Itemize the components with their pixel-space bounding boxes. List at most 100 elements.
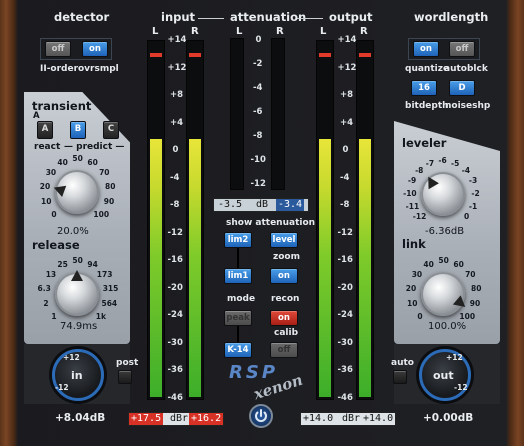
bitdepth-selector[interactable]: 16: [411, 80, 437, 96]
ovrsmpl-label: ovrsmpl: [78, 64, 119, 74]
knob-scale-tick: 80: [470, 283, 482, 293]
mode-label: mode: [227, 294, 256, 304]
knob-scale-tick: 2: [43, 299, 49, 309]
release-title: release: [32, 238, 80, 252]
knob-scale-tick: 50: [72, 154, 83, 163]
meter-scale-tick: -36: [337, 365, 353, 376]
knob-scale-tick: 0: [464, 212, 470, 222]
lim2-button[interactable]: lim2: [224, 232, 252, 248]
knob-scale-tick: 90: [469, 299, 481, 309]
leveler-knob[interactable]: [421, 172, 465, 216]
power-button[interactable]: [249, 404, 273, 428]
lim1-button[interactable]: lim1: [224, 268, 252, 284]
meter-scale-tick: -46: [337, 393, 353, 403]
autoblck-label: autoblck: [444, 64, 488, 74]
input-peak-right: +16.2: [189, 413, 224, 425]
post-label: post: [116, 358, 139, 368]
power-icon: [255, 409, 267, 422]
knob-scale-tick: -4: [461, 165, 471, 175]
button-link-line: [237, 248, 239, 268]
input-gain-value: +8.04dB: [55, 412, 106, 424]
transient-b-button[interactable]: B: [70, 121, 86, 139]
quantize-toggle[interactable]: on: [413, 41, 439, 57]
knob-scale-tick: -11: [405, 201, 420, 211]
knob-scale-tick: 90: [103, 197, 115, 207]
knob-scale-tick: 60: [87, 157, 98, 167]
transient-a-button[interactable]: A: [37, 121, 53, 139]
out-knob-scale-minus: -12: [454, 383, 468, 392]
post-toggle[interactable]: [118, 370, 132, 384]
input-header: input: [161, 10, 196, 24]
wordlength-header: wordlength: [414, 10, 489, 24]
knob-scale-tick: -8: [415, 165, 424, 175]
meter-scale-tick: -36: [167, 365, 183, 376]
meter-scale-tick: +12: [167, 62, 187, 73]
knob-scale-tick: -1: [468, 201, 478, 211]
meter-scale-tick: -30: [337, 337, 353, 348]
meter-scale-tick: -24: [337, 310, 353, 321]
iiorder-toggle[interactable]: off: [45, 41, 71, 57]
link-knob[interactable]: [421, 272, 470, 316]
knob-scale-tick: 30: [45, 167, 57, 177]
attenuation-header: attenuation: [230, 10, 307, 24]
ovrsmpl-toggle[interactable]: on: [82, 41, 108, 57]
knob-scale-tick: 40: [57, 157, 68, 167]
zoom-toggle[interactable]: on: [270, 268, 298, 284]
input-l-label: L: [152, 26, 159, 37]
knob-scale-tick: 25: [57, 259, 68, 269]
in-knob-scale-minus: -12: [55, 383, 69, 392]
calib-toggle[interactable]: off: [270, 342, 298, 358]
output-peak-right: +14.0: [363, 413, 394, 424]
output-peak-readout: +14.0 dBr +14.0: [300, 412, 396, 426]
atten-l-label: L: [236, 26, 243, 37]
k14-mode-button[interactable]: K-14: [224, 342, 252, 358]
peak-mode-button[interactable]: peak: [224, 310, 252, 326]
input-meter-left-bar: [150, 139, 162, 397]
recon-toggle[interactable]: on: [270, 310, 298, 326]
meter-scale-tick: +14: [337, 35, 357, 45]
noiseshp-label: noiseshp: [445, 101, 491, 111]
knob-scale-tick: 173: [96, 269, 113, 279]
zoom-label: zoom: [273, 252, 300, 262]
auto-toggle[interactable]: [393, 370, 407, 384]
meter-scale-tick: -24: [167, 310, 183, 321]
output-gain-value: +0.00dB: [423, 412, 474, 424]
out-knob-label: out: [433, 369, 454, 382]
transient-knob[interactable]: [51, 170, 99, 214]
knob-scale-tick: -12: [412, 212, 427, 222]
button-link-line: [237, 326, 239, 342]
leveler-value: -6.36dB: [425, 226, 465, 237]
calib-label: calib: [274, 328, 299, 338]
meter-scale-tick: -4: [170, 172, 180, 183]
meter-scale-tick: -12: [167, 227, 183, 238]
show-attenuation-label: show attenuation: [226, 218, 316, 228]
transient-title: transient: [32, 99, 92, 113]
meter-scale-tick: -4: [253, 83, 263, 93]
meter-scale-tick: -16: [337, 255, 353, 266]
header-divider: [198, 18, 224, 19]
output-header: output: [329, 10, 373, 24]
knob-scale-tick: 20: [405, 283, 417, 293]
knob-scale-tick: 13: [45, 269, 57, 279]
quantize-label: quantize: [405, 64, 450, 74]
autoblck-toggle[interactable]: off: [449, 41, 475, 57]
knob-scale-tick: 50: [438, 256, 449, 265]
react-label: react: [34, 142, 61, 152]
output-r-label: R: [360, 26, 368, 37]
noiseshp-selector[interactable]: D: [449, 80, 475, 96]
meter-scale-tick: -10: [250, 155, 266, 165]
input-peak-unit: dBr: [170, 413, 189, 424]
knob-scale-tick: 20: [39, 181, 51, 191]
meter-scale-tick: -12: [337, 227, 353, 238]
out-knob-scale-plus: +12: [446, 353, 463, 362]
release-knob[interactable]: [55, 270, 99, 316]
level-button[interactable]: level: [270, 232, 298, 248]
input-meter-right: [186, 40, 204, 400]
input-peak-readout: +17.5 dBr +16.2: [128, 412, 224, 426]
knob-scale-tick: 30: [411, 269, 423, 279]
knob-scale-tick: -3: [468, 176, 478, 186]
knob-scale-tick: 6.3: [37, 283, 51, 293]
knob-scale-tick: -6: [438, 156, 447, 165]
knob-pointer: [71, 270, 83, 281]
transient-c-button[interactable]: C: [103, 121, 119, 139]
